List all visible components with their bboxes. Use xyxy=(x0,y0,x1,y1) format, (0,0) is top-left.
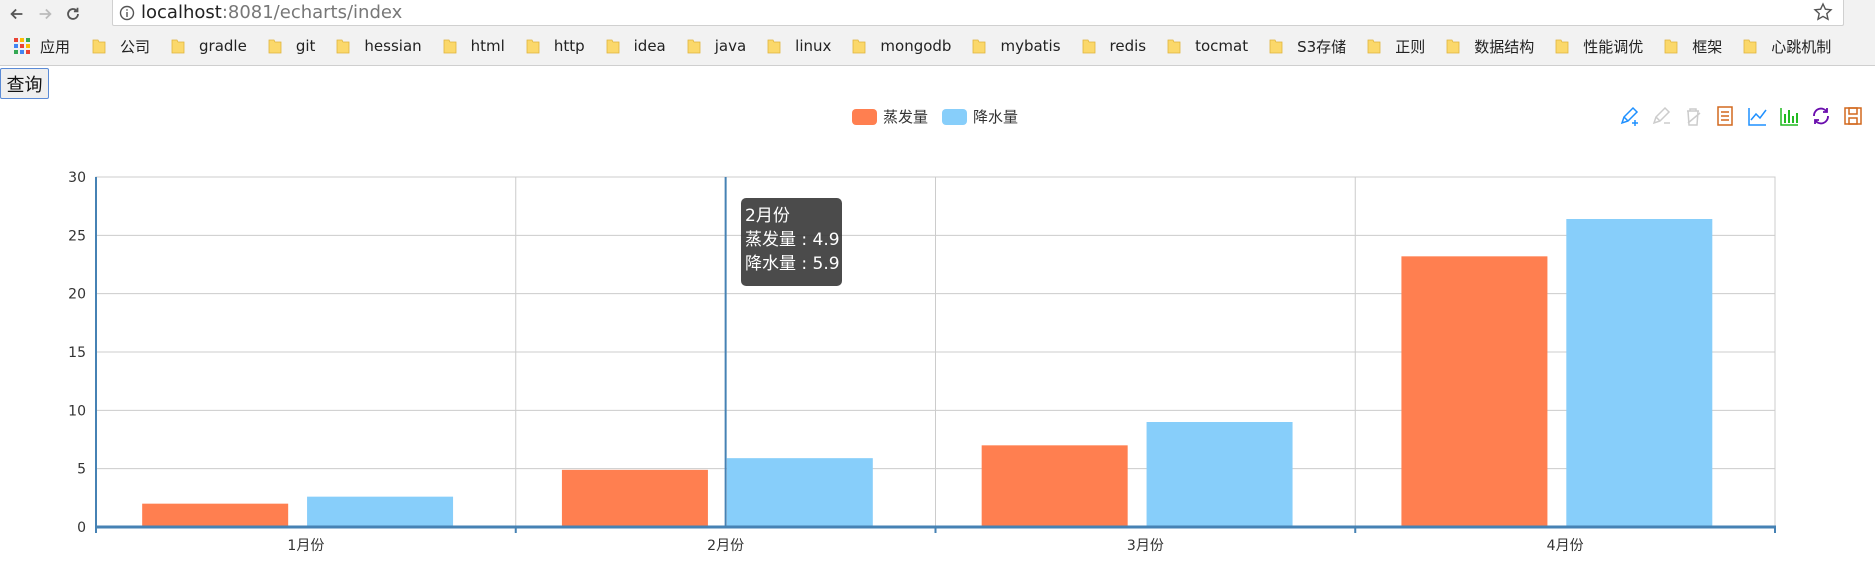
y-tick-label: 5 xyxy=(77,462,86,478)
y-tick-label: 25 xyxy=(68,228,86,244)
bar xyxy=(142,503,289,527)
bar xyxy=(561,469,708,527)
bar xyxy=(1566,219,1713,527)
x-tick-label: 2月份 xyxy=(707,538,744,554)
bar xyxy=(307,496,454,527)
bar xyxy=(1146,422,1293,527)
y-tick-label: 15 xyxy=(68,345,86,361)
y-tick-label: 30 xyxy=(68,170,86,186)
bar xyxy=(981,445,1128,527)
y-tick-label: 10 xyxy=(68,403,86,419)
bar xyxy=(726,458,873,527)
y-tick-label: 0 xyxy=(77,520,86,536)
tooltip-title: 2月份 xyxy=(745,206,790,226)
x-tick-label: 4月份 xyxy=(1547,538,1584,554)
x-tick-label: 1月份 xyxy=(287,538,324,554)
tooltip-row-precipitation: 降水量 : 5.9 xyxy=(745,254,840,274)
bar-chart: 0 5 10 15 20 25 30 1月份 2月份 3月份 4月份 xyxy=(68,170,1776,554)
bar xyxy=(1401,256,1548,527)
y-tick-label: 20 xyxy=(68,287,86,303)
chart-tooltip: 2月份 蒸发量 : 4.9 降水量 : 5.9 xyxy=(741,198,842,286)
tooltip-row-evaporation: 蒸发量 : 4.9 xyxy=(745,230,840,250)
x-tick-label: 3月份 xyxy=(1127,538,1164,554)
